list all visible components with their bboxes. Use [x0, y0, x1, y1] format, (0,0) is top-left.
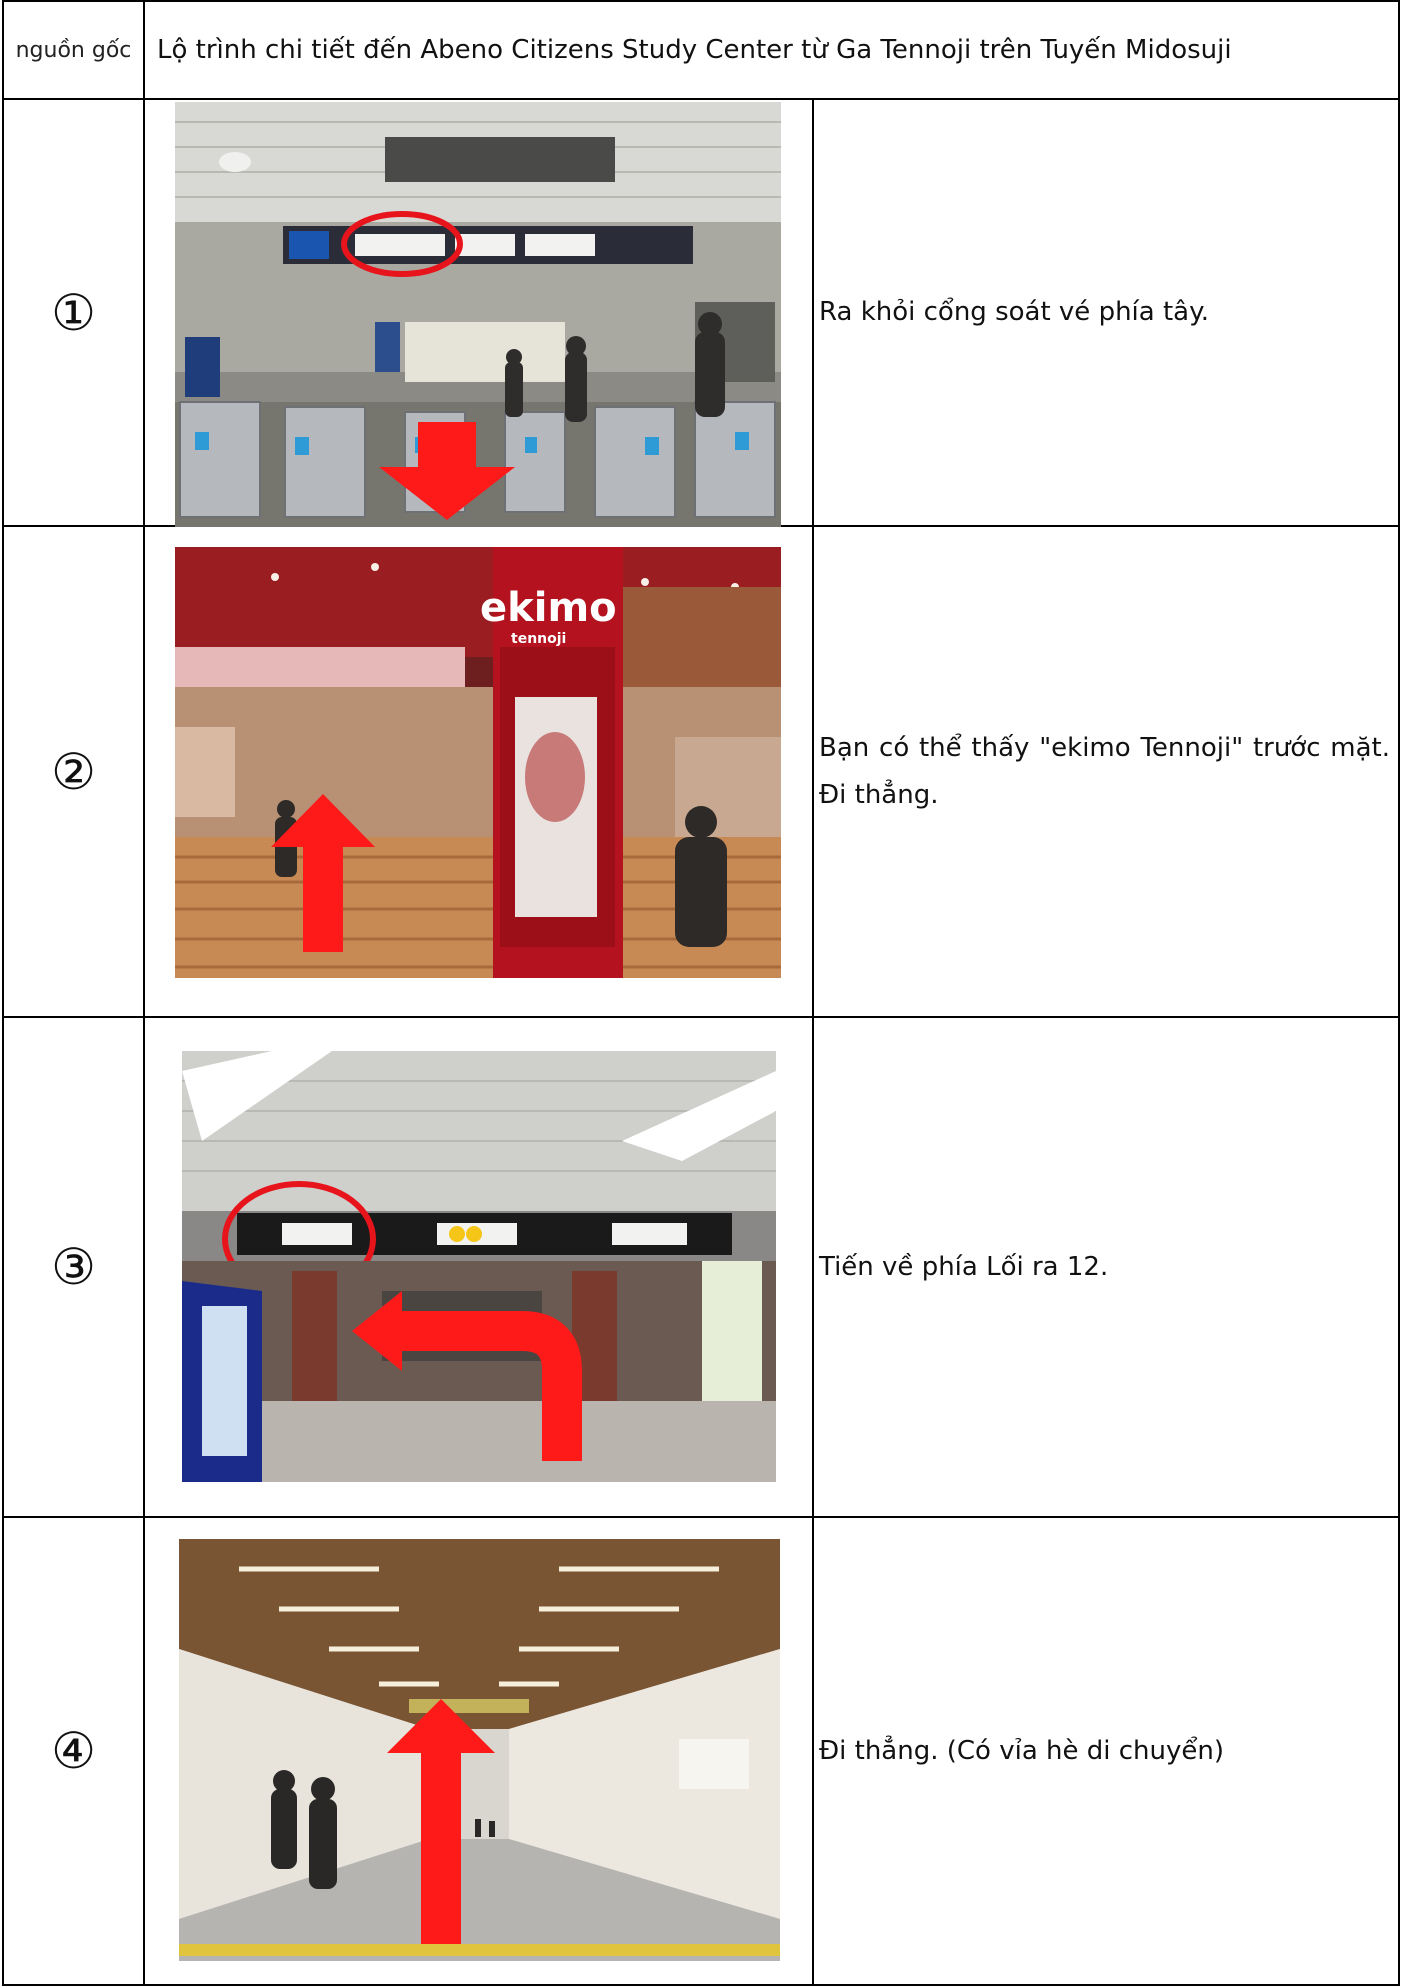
- ekimo-sign-text: ekimo: [480, 585, 617, 631]
- corridor-photo: [179, 1539, 780, 1961]
- step-number-2: ②: [2, 525, 145, 1018]
- step-photo-cell-1: [143, 98, 814, 527]
- ticket-gate-photo: [175, 102, 781, 527]
- step-row-4: ④ Đi thẳng. (Có vỉa hè di chuyển): [2, 1516, 1400, 1986]
- step-photo-cell-4: [143, 1516, 814, 1986]
- step-description-1: Ra khỏi cổng soát vé phía tây.: [812, 98, 1400, 527]
- step-description-4: Đi thẳng. (Có vỉa hè di chuyển): [812, 1516, 1400, 1986]
- step-row-2: ② ekimo tennoji Bạn có thể thấy "ekimo T…: [2, 525, 1400, 1018]
- step-photo-cell-2: ekimo tennoji: [143, 525, 814, 1018]
- ekimo-tennoji-photo: ekimo tennoji: [175, 547, 781, 978]
- route-table: nguồn gốc Lộ trình chi tiết đến Abeno Ci…: [2, 0, 1400, 1986]
- table-header-row: nguồn gốc Lộ trình chi tiết đến Abeno Ci…: [2, 0, 1400, 100]
- step-description-3: Tiến về phía Lối ra 12.: [812, 1016, 1400, 1518]
- ekimo-sign-subtext: tennoji: [511, 631, 566, 647]
- step-number-1: ①: [2, 98, 145, 527]
- step-row-1: ① Ra khỏi cổng soát vé phía tây.: [2, 98, 1400, 527]
- step-number-3: ③: [2, 1016, 145, 1518]
- exit-sign-photo: [182, 1051, 776, 1482]
- step-photo-cell-3: [143, 1016, 814, 1518]
- origin-header: nguồn gốc: [2, 0, 145, 100]
- step-number-4: ④: [2, 1516, 145, 1986]
- step-description-2: Bạn có thể thấy "ekimo Tennoji" trước mặ…: [812, 525, 1400, 1018]
- route-title: Lộ trình chi tiết đến Abeno Citizens Stu…: [143, 0, 1400, 100]
- step-row-3: ③ Tiến về phía Lối ra 12.: [2, 1016, 1400, 1518]
